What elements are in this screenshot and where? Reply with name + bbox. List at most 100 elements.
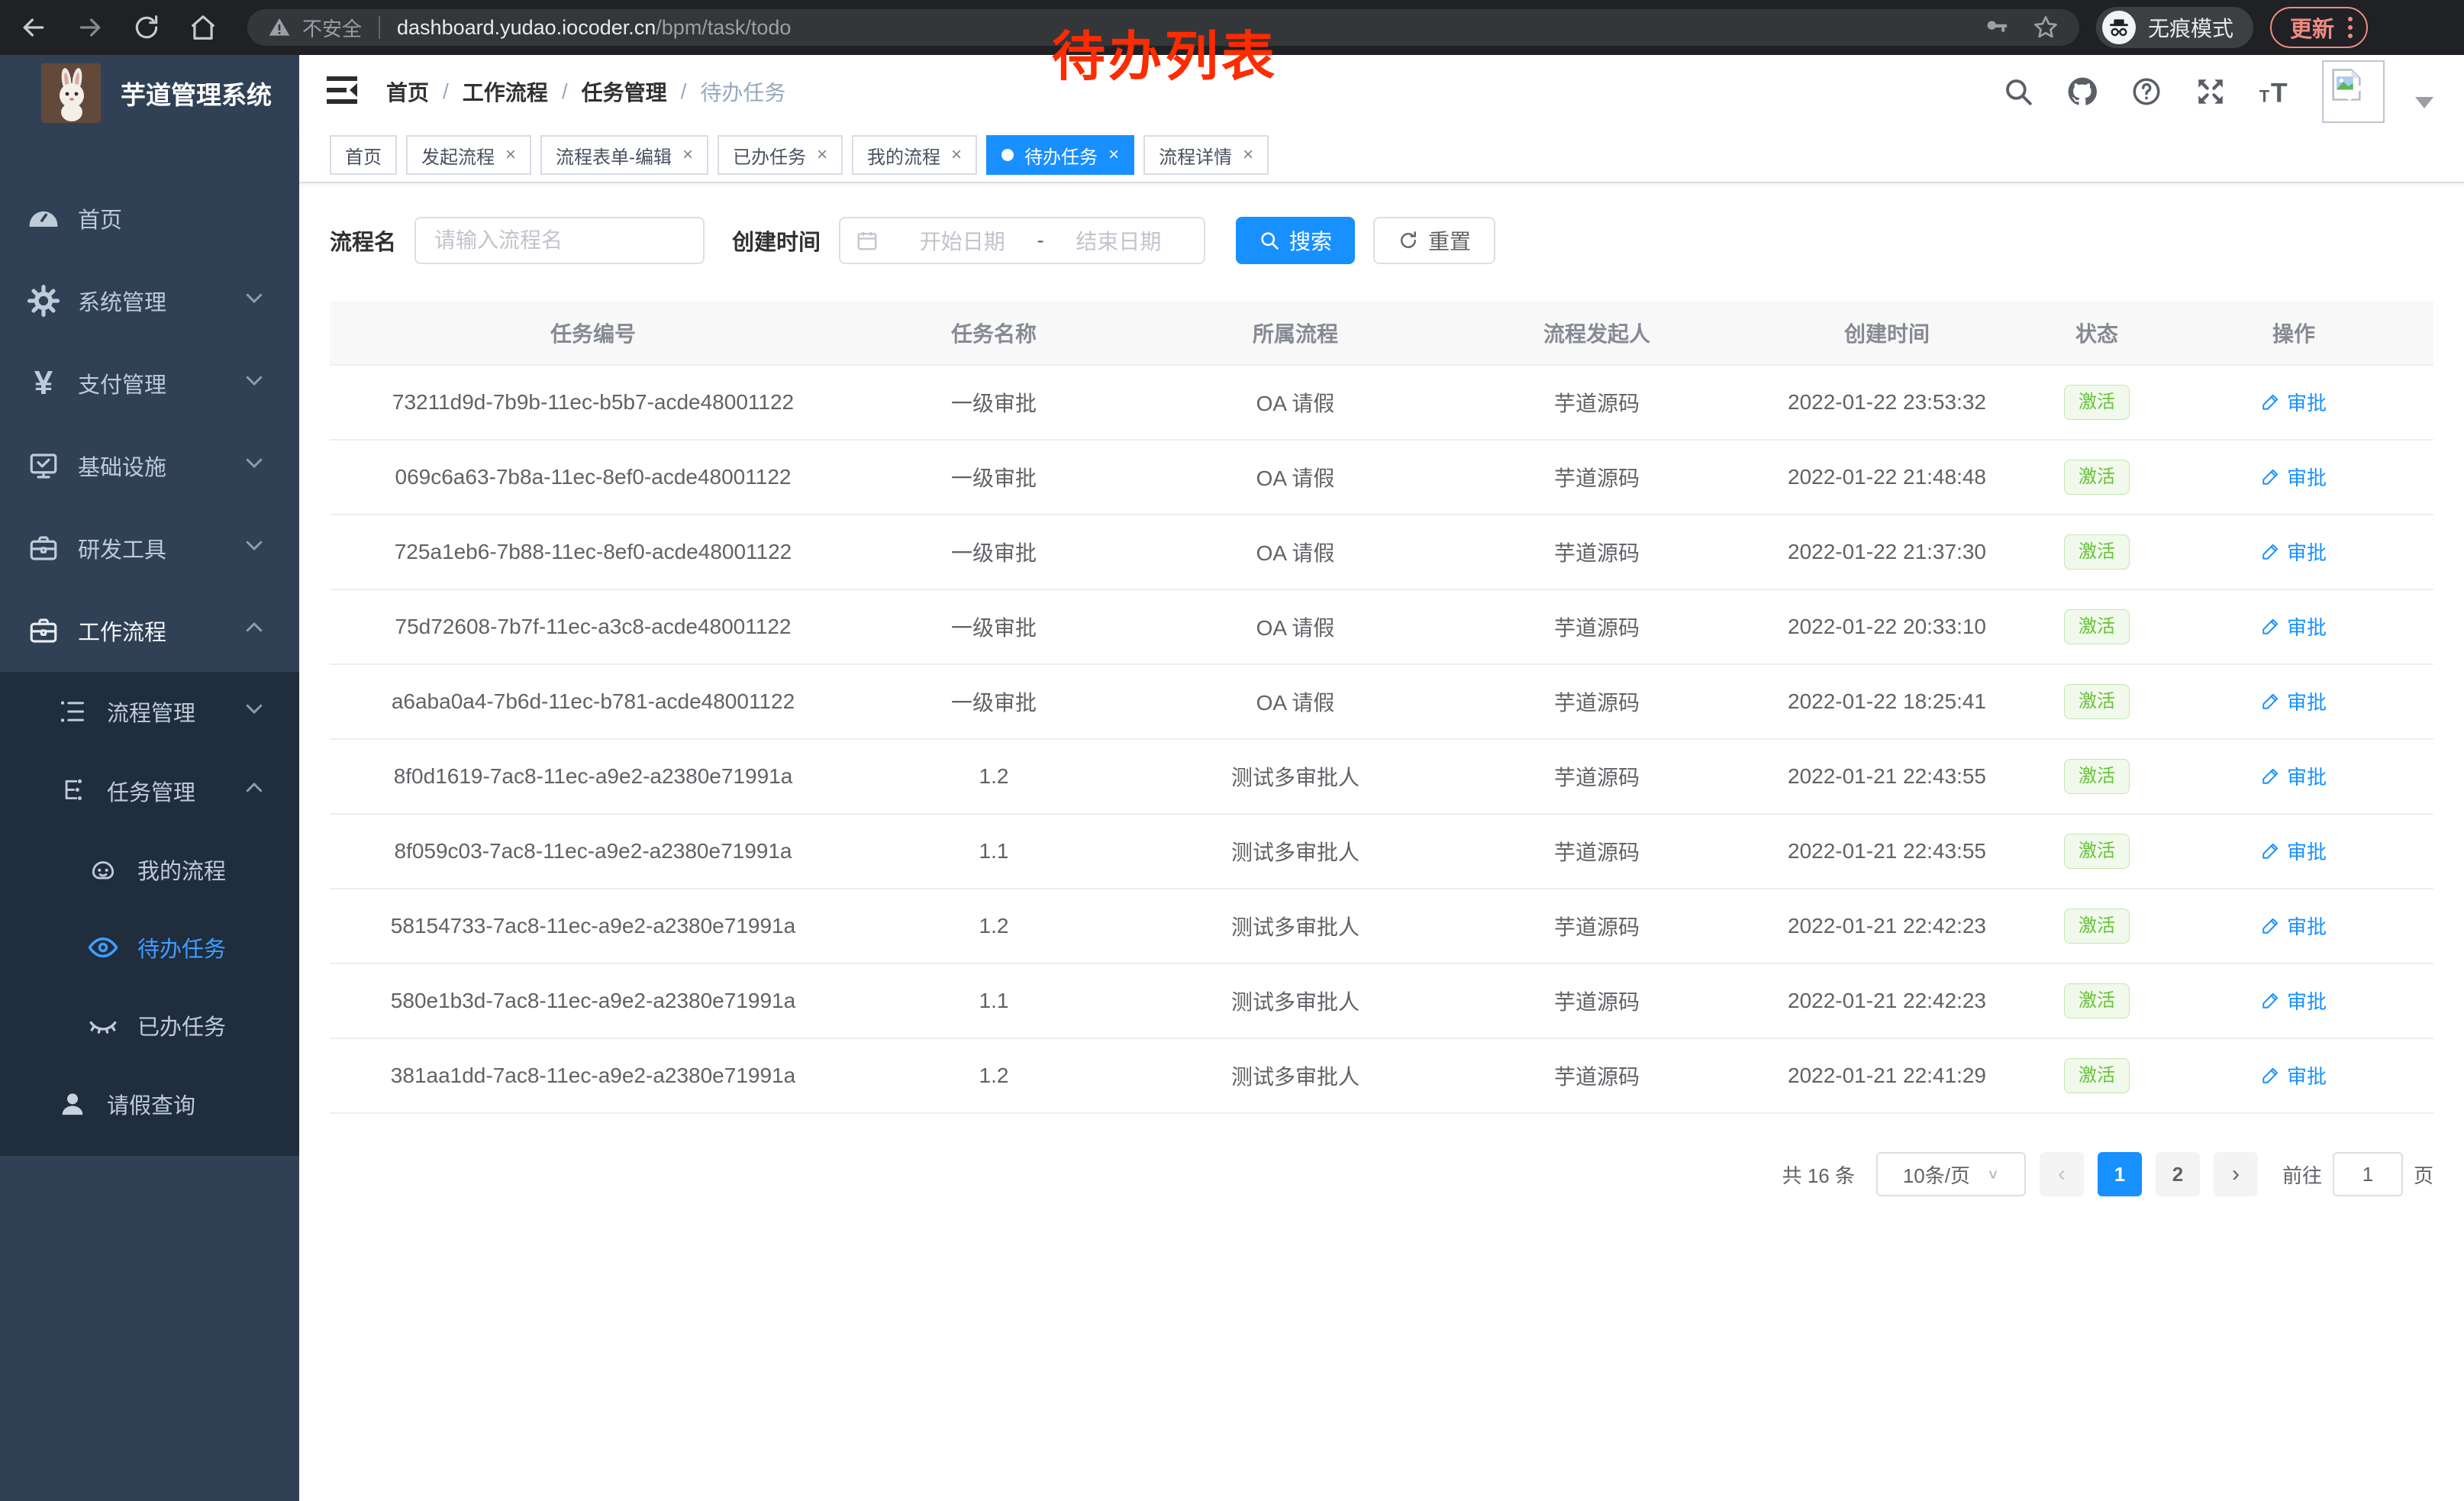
task-name-cell: 1.2 bbox=[856, 1038, 1131, 1113]
table-header-row: 任务编号 任务名称 所属流程 流程发起人 创建时间 状态 操作 bbox=[330, 301, 2433, 365]
close-icon[interactable]: × bbox=[951, 144, 962, 166]
approve-link[interactable]: 审批 bbox=[2261, 762, 2327, 790]
approve-link[interactable]: 审批 bbox=[2261, 687, 2327, 715]
url-host: dashboard.yudao.iocoder.cn bbox=[397, 16, 656, 40]
create-time-cell: 2022-01-22 18:25:41 bbox=[1734, 664, 2040, 739]
task-id-cell: 73211d9d-7b9b-11ec-b5b7-acde48001122 bbox=[330, 365, 856, 440]
approve-link[interactable]: 审批 bbox=[2261, 537, 2327, 566]
avatar[interactable] bbox=[2322, 60, 2385, 123]
reload-icon[interactable] bbox=[124, 5, 169, 50]
initiator-cell: 芋道源码 bbox=[1459, 515, 1734, 589]
edit-pen-icon bbox=[2261, 915, 2281, 935]
task-id-cell: 8f0d1619-7ac8-11ec-a9e2-a2380e71991a bbox=[330, 739, 856, 814]
task-id-cell: 580e1b3d-7ac8-11ec-a9e2-a2380e71991a bbox=[330, 964, 856, 1038]
close-icon[interactable]: × bbox=[817, 144, 827, 166]
svg-text:T: T bbox=[2271, 78, 2288, 108]
sidebar-item-system[interactable]: 系统管理 bbox=[0, 260, 299, 342]
sidebar-item-home[interactable]: 首页 bbox=[0, 177, 299, 260]
task-id-cell: 75d72608-7b7f-11ec-a3c8-acde48001122 bbox=[330, 589, 856, 664]
back-icon[interactable] bbox=[11, 5, 56, 50]
browser-menu-icon[interactable] bbox=[2348, 17, 2353, 38]
tab-process-detail[interactable]: 流程详情× bbox=[1143, 135, 1269, 175]
breadcrumb-item[interactable]: 首页 bbox=[386, 76, 429, 107]
tab-form-edit[interactable]: 流程表单-编辑× bbox=[540, 135, 708, 175]
approve-link[interactable]: 审批 bbox=[2261, 837, 2327, 865]
tab-done-tasks[interactable]: 已办任务× bbox=[718, 135, 843, 175]
approve-label: 审批 bbox=[2287, 388, 2327, 416]
col-status: 状态 bbox=[2040, 301, 2154, 365]
goto-page-input[interactable] bbox=[2333, 1152, 2403, 1196]
update-button[interactable]: 更新 bbox=[2270, 7, 2368, 48]
divider bbox=[379, 16, 380, 39]
sidebar: 芋道管理系统 首页 系统管理 ¥ 支付管理 bbox=[0, 55, 299, 1501]
sidebar-item-leave-query[interactable]: 请假查询 bbox=[0, 1064, 299, 1144]
close-icon[interactable]: × bbox=[1108, 144, 1119, 166]
sidebar-item-done-tasks[interactable]: 已办任务 bbox=[0, 986, 299, 1064]
sidebar-item-devtools[interactable]: 研发工具 bbox=[0, 507, 299, 589]
close-icon[interactable]: × bbox=[1243, 144, 1253, 166]
tags-view: 首页 发起流程× 流程表单-编辑× 已办任务× 我的流程× 待办任务× 流程详情… bbox=[299, 128, 2464, 183]
tab-start-process[interactable]: 发起流程× bbox=[406, 135, 531, 175]
avatar-caret-icon[interactable] bbox=[2415, 97, 2433, 108]
help-icon[interactable] bbox=[2130, 75, 2163, 108]
approve-label: 审批 bbox=[2287, 537, 2327, 566]
tab-home[interactable]: 首页 bbox=[330, 135, 397, 175]
close-icon[interactable]: × bbox=[505, 144, 516, 166]
approve-link[interactable]: 审批 bbox=[2261, 986, 2327, 1015]
bookmark-star-icon[interactable] bbox=[2032, 14, 2059, 41]
approve-link[interactable]: 审批 bbox=[2261, 1061, 2327, 1089]
task-name-cell: 1.2 bbox=[856, 739, 1131, 814]
create-time-cell: 2022-01-21 22:41:29 bbox=[1734, 1038, 2040, 1113]
search-button[interactable]: 搜索 bbox=[1236, 217, 1355, 264]
approve-link[interactable]: 审批 bbox=[2261, 612, 2327, 641]
process-cell: OA 请假 bbox=[1131, 365, 1459, 440]
page-annotation-title: 待办列表 bbox=[1052, 14, 1278, 91]
prev-page-button[interactable]: ‹ bbox=[2040, 1152, 2084, 1196]
monitor-icon bbox=[26, 448, 61, 483]
edit-pen-icon bbox=[2261, 616, 2281, 636]
sidebar-item-process-mgmt[interactable]: 流程管理 bbox=[0, 672, 299, 751]
close-icon[interactable]: × bbox=[682, 144, 693, 166]
page-button-2[interactable]: 2 bbox=[2156, 1152, 2200, 1196]
collapse-sidebar-icon[interactable] bbox=[324, 73, 360, 110]
task-id-cell: 381aa1dd-7ac8-11ec-a9e2-a2380e71991a bbox=[330, 1038, 856, 1113]
sidebar-item-task-mgmt[interactable]: 任务管理 bbox=[0, 751, 299, 831]
sidebar-item-workflow[interactable]: 工作流程 bbox=[0, 589, 299, 672]
tab-label: 首页 bbox=[345, 142, 382, 169]
search-icon[interactable] bbox=[2001, 75, 2035, 108]
github-icon[interactable] bbox=[2066, 75, 2099, 108]
status-cell: 激活 bbox=[2040, 515, 2154, 589]
page-size-select[interactable]: 10条/页 ∨ bbox=[1876, 1152, 2026, 1196]
date-range-picker[interactable]: 开始日期 - 结束日期 bbox=[839, 217, 1205, 264]
tab-my-process[interactable]: 我的流程× bbox=[852, 135, 977, 175]
col-initiator: 流程发起人 bbox=[1459, 301, 1734, 365]
sidebar-item-todo-tasks[interactable]: 待办任务 bbox=[0, 909, 299, 986]
home-icon[interactable] bbox=[180, 5, 226, 50]
approve-link[interactable]: 审批 bbox=[2261, 463, 2327, 491]
start-date-placeholder[interactable]: 开始日期 bbox=[892, 225, 1032, 256]
font-size-icon[interactable]: TT bbox=[2258, 75, 2291, 108]
end-date-placeholder[interactable]: 结束日期 bbox=[1049, 225, 1188, 256]
app-logo-row[interactable]: 芋道管理系统 bbox=[0, 55, 299, 131]
next-page-button[interactable]: › bbox=[2214, 1152, 2258, 1196]
sidebar-item-label: 已办任务 bbox=[137, 1009, 226, 1041]
security-label[interactable]: 不安全 bbox=[302, 14, 362, 42]
tab-todo-tasks[interactable]: 待办任务× bbox=[986, 135, 1134, 175]
sidebar-item-payment[interactable]: ¥ 支付管理 bbox=[0, 342, 299, 424]
process-cell: OA 请假 bbox=[1131, 515, 1459, 589]
forward-icon[interactable] bbox=[67, 5, 113, 50]
key-icon[interactable] bbox=[1983, 15, 2009, 40]
process-cell: 测试多审批人 bbox=[1131, 964, 1459, 1038]
breadcrumb-item[interactable]: 任务管理 bbox=[582, 76, 667, 107]
approve-link[interactable]: 审批 bbox=[2261, 912, 2327, 940]
initiator-cell: 芋道源码 bbox=[1459, 739, 1734, 814]
process-name-input[interactable] bbox=[414, 217, 705, 264]
page-button-1[interactable]: 1 bbox=[2098, 1152, 2142, 1196]
reset-button[interactable]: 重置 bbox=[1373, 217, 1495, 264]
approve-link[interactable]: 审批 bbox=[2261, 388, 2327, 416]
fullscreen-icon[interactable] bbox=[2194, 75, 2227, 108]
workflow-submenu: 流程管理 任务管理 我的流程 bbox=[0, 672, 299, 1156]
breadcrumb-item[interactable]: 工作流程 bbox=[463, 76, 548, 107]
sidebar-item-infra[interactable]: 基础设施 bbox=[0, 424, 299, 507]
sidebar-item-my-process[interactable]: 我的流程 bbox=[0, 831, 299, 909]
